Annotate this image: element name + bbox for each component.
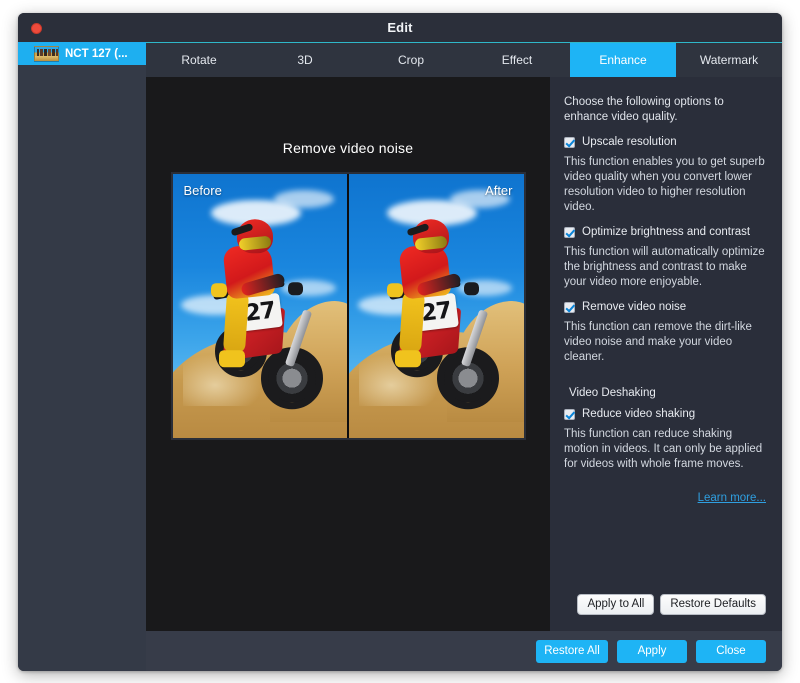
rider-glove-right	[464, 282, 479, 295]
option-reduce-video-shaking[interactable]: Reduce video shaking	[564, 407, 766, 421]
enhance-options-panel: Choose the following options to enhance …	[550, 77, 782, 631]
after-label: After	[485, 183, 512, 198]
rider-boot	[219, 350, 245, 367]
preview-area: Remove video noise	[146, 77, 550, 631]
video-thumbnail-icon	[34, 46, 59, 62]
tab-crop[interactable]: Crop	[358, 43, 464, 77]
option-label-upscale-resolution: Upscale resolution	[582, 135, 677, 149]
checkbox-optimize-brightness-contrast[interactable]	[564, 227, 575, 238]
learn-more-link[interactable]: Learn more...	[698, 492, 766, 504]
restore-all-button[interactable]: Restore All	[536, 640, 608, 663]
media-item-label: NCT 127 (...	[65, 48, 128, 60]
option-label-remove-video-noise: Remove video noise	[582, 300, 686, 314]
option-upscale-resolution[interactable]: Upscale resolution	[564, 135, 766, 149]
window-body: NCT 127 (... Rotate 3D Crop Effect Enhan…	[18, 42, 782, 671]
option-optimize-brightness-contrast[interactable]: Optimize brightness and contrast	[564, 225, 766, 239]
tab-watermark[interactable]: Watermark	[676, 43, 782, 77]
rider-glove-left	[387, 283, 403, 297]
option-label-reduce-video-shaking: Reduce video shaking	[582, 407, 695, 421]
option-desc-reduce-video-shaking: This function can reduce shaking motion …	[564, 427, 766, 472]
title-bar: Edit	[18, 13, 782, 42]
option-desc-upscale-resolution: This function enables you to get superb …	[564, 155, 766, 215]
option-desc-remove-video-noise: This function can remove the dirt-like v…	[564, 320, 766, 365]
checkbox-reduce-video-shaking[interactable]	[564, 409, 575, 420]
preview-pane-after: 27	[347, 174, 524, 438]
rider-glove-left	[211, 283, 227, 297]
option-desc-optimize-brightness-contrast: This function will automatically optimiz…	[564, 245, 766, 290]
preview-title: Remove video noise	[283, 140, 413, 156]
media-sidebar: NCT 127 (...	[18, 42, 146, 671]
rider-glove-right	[288, 282, 303, 295]
preview-pane-before: 27	[173, 174, 348, 438]
before-label: Before	[184, 183, 222, 198]
motocross-rider: 27	[371, 205, 501, 415]
motocross-rider: 27	[195, 205, 325, 415]
footer-bar: Restore All Apply Close	[146, 631, 782, 671]
bike-number: 27	[420, 297, 453, 326]
option-label-optimize-brightness-contrast: Optimize brightness and contrast	[582, 225, 750, 239]
checkbox-upscale-resolution[interactable]	[564, 137, 575, 148]
panel-action-buttons: Apply to All Restore Defaults	[564, 594, 766, 615]
section-video-deshaking: Video Deshaking	[569, 387, 766, 399]
tab-enhance[interactable]: Enhance	[570, 43, 676, 77]
restore-defaults-button[interactable]: Restore Defaults	[660, 594, 766, 615]
tab-effect[interactable]: Effect	[464, 43, 570, 77]
tab-rotate[interactable]: Rotate	[146, 43, 252, 77]
before-after-comparison: 27	[171, 172, 526, 440]
apply-to-all-button[interactable]: Apply to All	[577, 594, 654, 615]
edit-tabs: Rotate 3D Crop Effect Enhance Watermark	[146, 42, 782, 77]
close-button[interactable]: Close	[696, 640, 766, 663]
edit-window: Edit NCT 127 (... Rotate 3D Crop Effect …	[18, 13, 782, 671]
sidebar-item-media-0[interactable]: NCT 127 (...	[18, 42, 146, 65]
apply-button[interactable]: Apply	[617, 640, 687, 663]
rider-leg	[223, 291, 249, 354]
tab-3d[interactable]: 3D	[252, 43, 358, 77]
learn-more-row: Learn more...	[564, 488, 766, 506]
rider-boot	[395, 350, 421, 367]
checkbox-remove-video-noise[interactable]	[564, 302, 575, 313]
option-remove-video-noise[interactable]: Remove video noise	[564, 300, 766, 314]
options-intro-text: Choose the following options to enhance …	[564, 95, 766, 125]
rider-leg	[399, 291, 425, 354]
main-column: Rotate 3D Crop Effect Enhance Watermark …	[146, 42, 782, 671]
content-area: Remove video noise	[146, 77, 782, 631]
close-window-button[interactable]	[31, 23, 42, 34]
window-title: Edit	[387, 20, 412, 35]
